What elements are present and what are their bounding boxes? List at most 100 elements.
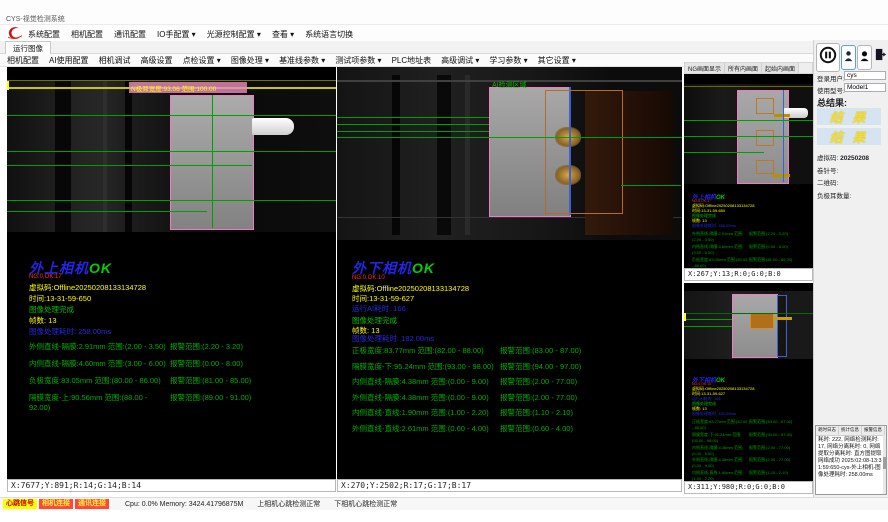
log-tab[interactable]: 报警信息	[862, 426, 885, 435]
machinery-slat	[55, 80, 71, 232]
user-manage-button[interactable]	[857, 45, 872, 70]
measurement-value: 内侧直线-隔膜:4.60mm 范围:(3.00 - 6.00)	[29, 358, 170, 369]
roi-box-orange	[756, 130, 774, 146]
measurement-value: 正极宽度:83.77mm 范围:(82.00 - 88.00)	[692, 419, 749, 430]
menu-items: 系统配置 相机配置 通讯配置 IO手配置 ▾ 光源控制配置 ▾ 查看 ▾ 系统语言切换	[28, 24, 364, 42]
heartbeat-badge: 心跳信号	[3, 499, 37, 509]
ai-elapsed: 运行AI耗时: 166	[352, 303, 406, 314]
ng-count: NG:0,OK:10	[352, 275, 385, 281]
alarm-range: 报警范围:(2.00 - 77.00)	[749, 445, 790, 456]
toolbar-item[interactable]: 点检设置 ▾	[183, 55, 221, 66]
camera-view-upper: N极耳宽度:93.06 范围:100.00 外上相机OK NG:0,OK:17 …	[7, 67, 336, 479]
model-field[interactable]	[844, 83, 886, 92]
menu-item[interactable]: 相机配置	[71, 30, 103, 39]
alarm-range: 报警范围:(2.00 - 77.00)	[500, 392, 577, 403]
alarm-range: 报警范围:(0.00 - 8.00)	[749, 244, 788, 255]
alarm-range: 报警范围:(89.00 - 91.00)	[170, 392, 251, 412]
blue-roi-box	[777, 295, 787, 357]
toolbar-item[interactable]: 学习参数 ▾	[489, 55, 527, 66]
result-ok: OK	[412, 260, 435, 276]
tab-bar: 运行图像	[0, 41, 888, 54]
measure-line	[684, 120, 813, 121]
toolbar-item[interactable]: PLC地址表	[392, 55, 432, 66]
alarm-range: 报警范围:(94.00 - 97.00)	[500, 361, 581, 372]
pause-icon	[819, 46, 837, 69]
small-view-tab[interactable]: 起始内画面	[762, 63, 799, 73]
roi-box-orange	[756, 160, 774, 174]
measure-line	[7, 151, 336, 152]
measure-line	[337, 137, 682, 138]
measurement-row: 负极宽度:83.05mm 范围:(80.00 - 86.00)报警范围:(81.…	[684, 257, 813, 268]
lower-camera-heartbeat-status: 下相机心跳检测正常	[334, 499, 397, 509]
alarm-range: 报警范围:(81.00 - 85.00)	[749, 257, 792, 268]
virtual-code-value: 20250208	[840, 155, 869, 162]
pause-button[interactable]	[816, 43, 840, 72]
ai-roi-box	[545, 90, 623, 214]
machinery-slat	[103, 80, 107, 232]
measure-line	[684, 326, 732, 327]
tab-run-image[interactable]: 运行图像	[5, 41, 51, 54]
time-line: 时间:13-31-59-650	[29, 293, 91, 304]
measure-line	[7, 115, 336, 116]
toolbar-item[interactable]: AI使用配置	[49, 55, 89, 66]
toolbar-item[interactable]: 其它设置 ▾	[538, 55, 576, 66]
measurement-row: 内侧直线-隔膜:4.38mm 范围:(0.00 - 9.00)报警范围:(2.0…	[684, 445, 813, 456]
toolbar-item[interactable]: 测试项参数 ▾	[335, 55, 381, 66]
login-user-field[interactable]	[844, 71, 886, 80]
measurement-row: 内侧直线-直线:1.90mm 范围:(1.00 - 2.20)报警范围:(1.1…	[684, 470, 813, 481]
measurement-value: 内侧直线-隔膜:4.60mm 范围:(3.00 - 6.00)	[692, 244, 749, 255]
measure-line	[684, 136, 813, 137]
measure-line	[7, 211, 207, 212]
small-view-tab[interactable]: 所有内画面	[725, 63, 762, 73]
toolbar-item[interactable]: 相机配置	[7, 55, 39, 66]
measurement-row: 内侧直线-隔膜:4.38mm 范围:(0.00 - 9.00)报警范围:(2.0…	[337, 376, 682, 387]
menu-item[interactable]: 光源控制配置 ▾	[207, 30, 261, 39]
measurement-value: 内侧直线-直线:1.90mm 范围:(1.00 - 2.20)	[692, 470, 749, 481]
alarm-range: 报警范围:(0.60 - 4.00)	[500, 423, 573, 434]
log-panel: 耗时日志统计信息报警信息 耗时: 222, 网络检测耗时: 17, 网络分离耗时…	[815, 425, 887, 495]
measurement-value: 内侧直线-隔膜:4.38mm 范围:(0.00 - 9.00)	[692, 445, 749, 456]
measurement-value: 内侧直线-隔膜:4.38mm 范围:(0.00 - 9.00)	[352, 376, 500, 387]
ng-count: NG:0,OK:17	[29, 274, 62, 280]
menu-item[interactable]: 系统配置	[28, 30, 60, 39]
measurement-row: 外侧直线-隔膜:4.38mm 范围:(0.00 - 9.00)报警范围:(2.0…	[337, 392, 682, 403]
edge-marker-yellow	[684, 313, 686, 321]
log-scrollbar[interactable]	[883, 435, 886, 495]
machinery-slat	[437, 75, 451, 235]
measurement-list: 正极宽度:83.77mm 范围:(82.00 - 88.00)报警范围:(83.…	[684, 419, 813, 481]
virtual-code-label: 虚拟码: 20250208	[817, 152, 869, 162]
toolbar-item[interactable]: 相机调试	[99, 55, 131, 66]
alarm-range: 报警范围:(83.00 - 87.00)	[749, 419, 792, 430]
measurement-row: 隔膜宽度-上:90.56mm 范围:(88.00 - 92.00)报警范围:(8…	[7, 392, 336, 412]
menu-bar: 系统配置 相机配置 通讯配置 IO手配置 ▾ 光源控制配置 ▾ 查看 ▾ 系统语言切换	[0, 25, 888, 41]
virtual-code-caption: 虚拟码:	[817, 155, 838, 162]
small-view-tab[interactable]: NG画面显示	[685, 63, 725, 73]
alarm-range: 报警范围:(81.00 - 85.00)	[170, 375, 251, 386]
measurement-row: 外侧直线-隔膜:2.91mm 范围:(2.00 - 3.50)报警范围:(2.2…	[7, 341, 336, 352]
menu-item[interactable]: 查看 ▾	[272, 30, 294, 39]
measurement-row: 外侧直线-直线:2.61mm 范围:(0.60 - 4.00)报警范围:(0.6…	[337, 423, 682, 434]
measurement-row: 内侧直线-直线:1.90mm 范围:(1.00 - 2.20)报警范围:(1.1…	[337, 407, 682, 418]
login-user-button[interactable]	[841, 45, 856, 70]
log-scrollbar-thumb[interactable]	[883, 457, 886, 469]
toolbar-item[interactable]: 图像处理 ▾	[231, 55, 269, 66]
menu-item[interactable]: 通讯配置	[114, 30, 146, 39]
log-tab[interactable]: 统计信息	[839, 426, 862, 435]
toolbar-item[interactable]: 高级设置	[141, 55, 173, 66]
menu-item[interactable]: 系统语言切换	[305, 30, 353, 39]
menu-item[interactable]: IO手配置 ▾	[157, 30, 196, 39]
process-elapsed: 图像处理耗时: 258.00ms	[692, 223, 736, 229]
window-title: CYS-视觉检测系统	[6, 14, 65, 24]
toolbar-item[interactable]: 高级调试 ▾	[441, 55, 479, 66]
camera-view-lower: AI检测区域 外下相机OK NG:0,OK:10 虚拟码:Offline2025…	[337, 67, 682, 479]
measurement-callout	[774, 317, 792, 320]
exit-button[interactable]	[873, 44, 887, 69]
measurement-value: 负极宽度:83.05mm 范围:(80.00 - 86.00)	[692, 257, 749, 268]
toolbar-item[interactable]: 基准线参数 ▾	[279, 55, 325, 66]
small-view-tabs: NG画面显示所有内画面起始内画面	[684, 62, 813, 74]
measure-line	[621, 185, 681, 186]
measurement-row: 外侧直线-隔膜:2.91mm 范围:(2.00 - 3.50)报警范围:(2.2…	[684, 231, 813, 242]
frame-count: 帧数: 13	[29, 315, 57, 326]
roi-measure-label: N极耳宽度:93.06 范围:100.00	[131, 83, 216, 93]
log-tab[interactable]: 耗时日志	[816, 426, 839, 435]
